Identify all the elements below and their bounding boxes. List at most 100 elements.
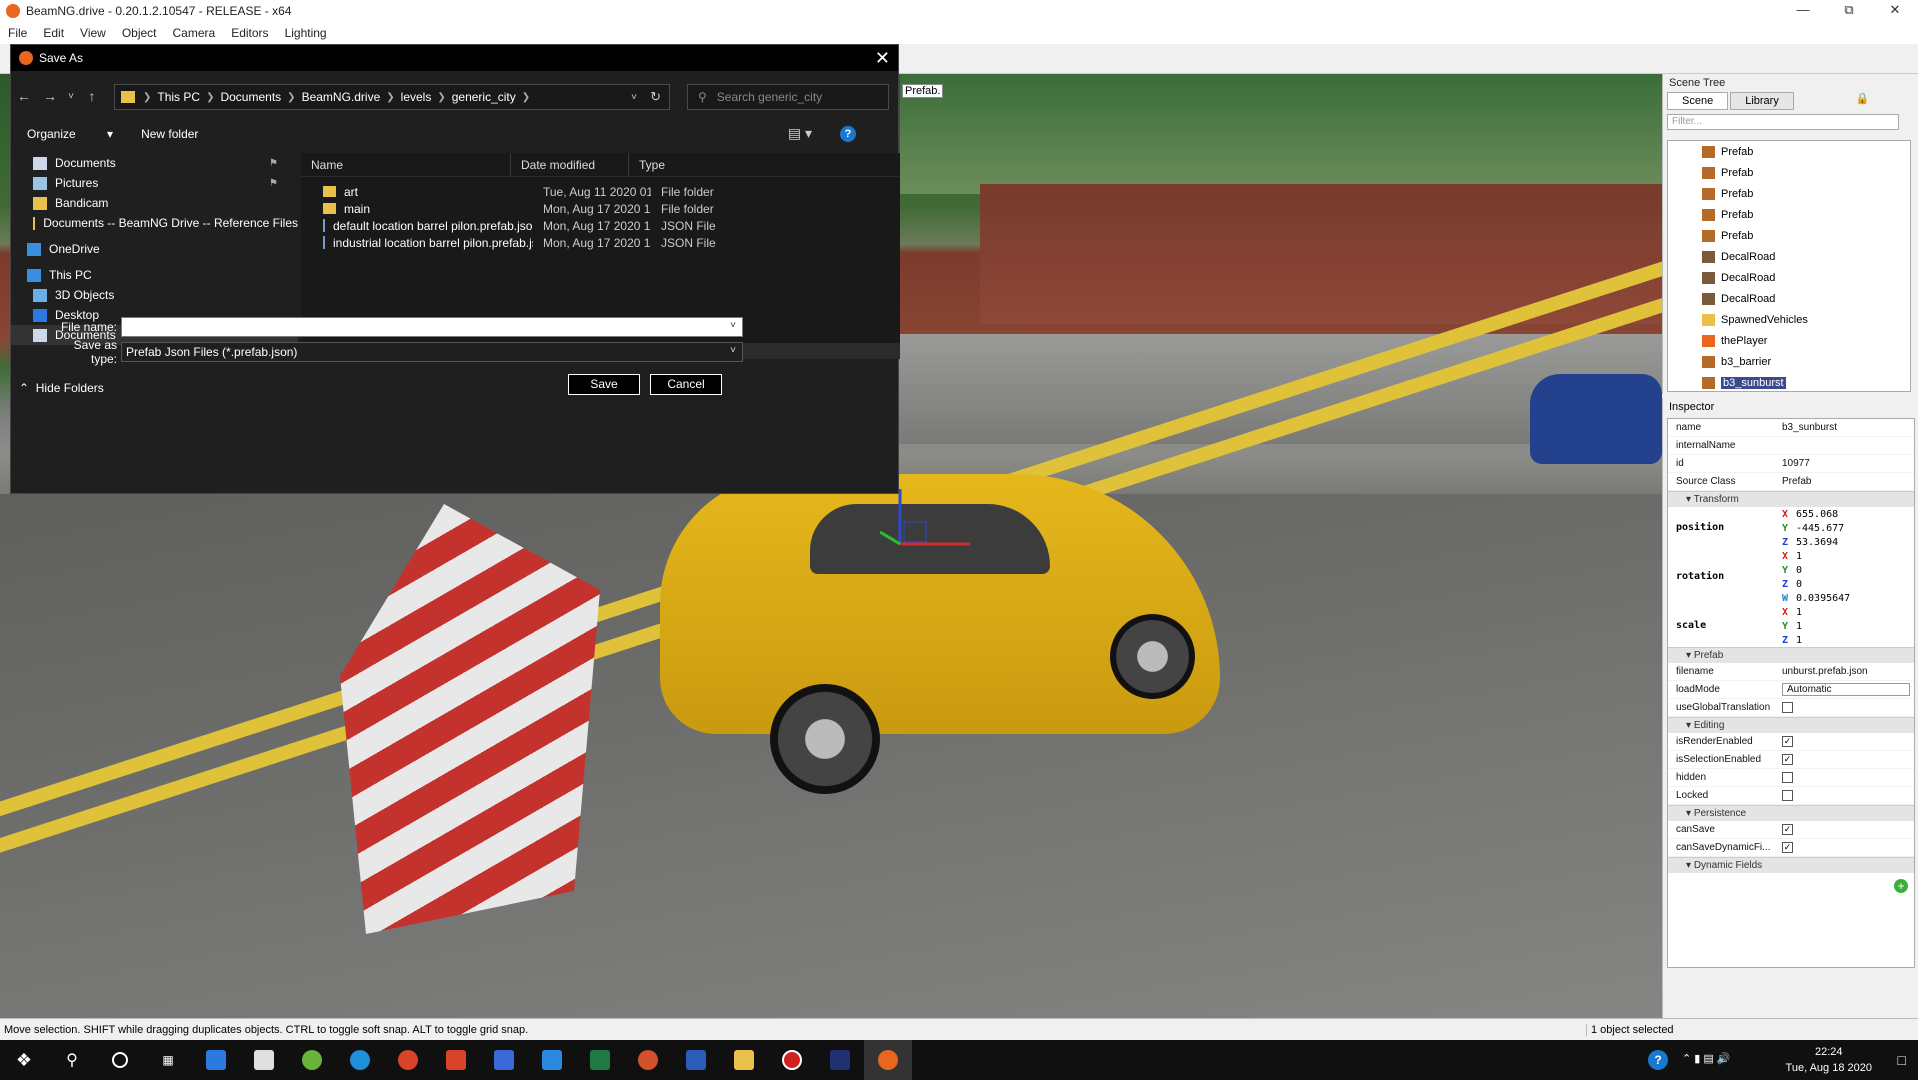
tray-icons[interactable]: ⌃ ▮ ▤ 🔊 (1682, 1052, 1731, 1065)
tree-node[interactable]: DecalRoad (1668, 267, 1910, 288)
section-dynamic-fields[interactable]: ▾ Dynamic Fields (1668, 857, 1914, 873)
taskbar-app[interactable] (816, 1040, 864, 1080)
breadcrumb-this-pc[interactable]: This PC (157, 90, 200, 104)
tree-node[interactable]: Prefab (1668, 204, 1910, 225)
nav-item[interactable]: Documents ⚑ (11, 153, 298, 173)
nav-item[interactable]: This PC (11, 265, 298, 285)
taskbar-calendar[interactable] (528, 1040, 576, 1080)
chevron-down-icon[interactable]: ˅ (730, 345, 736, 356)
checkbox[interactable] (1782, 790, 1793, 801)
section-persistence[interactable]: ▾ Persistence (1668, 805, 1914, 821)
back-arrow-icon[interactable]: ← (11, 88, 37, 104)
file-row[interactable]: industrial location barrel pilon.prefab.… (301, 234, 900, 251)
checkbox[interactable]: ✓ (1782, 736, 1793, 747)
menu-edit[interactable]: Edit (43, 26, 64, 40)
taskbar-calculator[interactable] (480, 1040, 528, 1080)
save-button[interactable]: Save (568, 374, 640, 395)
recent-dropdown-icon[interactable]: ˅ (63, 91, 79, 102)
view-options-icon[interactable]: ▤ ▾ (788, 125, 812, 142)
tree-node[interactable]: Prefab (1668, 225, 1910, 246)
vector-field[interactable]: Y0 (1778, 563, 1914, 577)
nav-item[interactable]: Pictures ⚑ (11, 173, 298, 193)
taskbar-excel[interactable] (576, 1040, 624, 1080)
tree-node[interactable]: b3_sunburst (1668, 372, 1910, 391)
search-input[interactable]: ⚲ Search generic_city (687, 84, 889, 110)
notifications-icon[interactable]: □ (1898, 1052, 1906, 1068)
vector-field[interactable]: Z 53.3694 (1778, 535, 1914, 549)
help-icon[interactable]: ? (1648, 1050, 1668, 1070)
checkbox[interactable] (1782, 702, 1793, 713)
taskbar-explorer[interactable] (720, 1040, 768, 1080)
file-row[interactable]: art Tue, Aug 11 2020 01:00 File folder (301, 183, 900, 200)
breadcrumb-levels[interactable]: levels (401, 90, 432, 104)
help-icon[interactable]: ? (840, 126, 856, 142)
tree-node[interactable]: Prefab (1668, 162, 1910, 183)
cortana-button[interactable] (96, 1040, 144, 1080)
taskbar-edge[interactable] (336, 1040, 384, 1080)
tree-node[interactable]: b3_barrier (1668, 351, 1910, 372)
column-name[interactable]: Name (301, 152, 511, 177)
section-editing[interactable]: ▾ Editing (1668, 717, 1914, 733)
chevron-down-icon[interactable]: ˅ (631, 92, 637, 103)
tree-node[interactable]: DecalRoad (1668, 246, 1910, 267)
filter-input[interactable]: Filter... (1667, 114, 1899, 130)
menu-object[interactable]: Object (122, 26, 157, 40)
prop-value[interactable]: Automatic (1782, 683, 1910, 696)
prop-value[interactable]: b3_sunburst (1778, 422, 1914, 433)
taskbar-powerpoint[interactable] (624, 1040, 672, 1080)
up-arrow-icon[interactable]: ↑ (79, 88, 105, 104)
close-window-icon[interactable]: ✕ (1872, 0, 1918, 22)
tree-node[interactable]: thePlayer (1668, 330, 1910, 351)
lock-icon[interactable]: 🔒 (1856, 92, 1870, 110)
restore-icon[interactable]: ⧉ (1826, 0, 1872, 22)
vector-field[interactable]: X1 (1778, 549, 1914, 563)
vector-field[interactable]: Z1 (1778, 633, 1914, 647)
taskbar-word[interactable] (672, 1040, 720, 1080)
nav-item[interactable]: Bandicam (11, 193, 298, 213)
nav-item[interactable]: 3D Objects (11, 285, 298, 305)
checkbox[interactable]: ✓ (1782, 824, 1793, 835)
file-name-input[interactable]: ˅ (121, 317, 743, 337)
blue-truck[interactable] (1530, 374, 1662, 464)
tab-library[interactable]: Library (1730, 92, 1794, 110)
chevron-down-icon[interactable]: ˅ (730, 320, 736, 331)
close-icon[interactable]: ✕ (875, 48, 890, 69)
tree-node[interactable]: SpawnedVehicles (1668, 309, 1910, 330)
taskbar-beamng[interactable] (864, 1040, 912, 1080)
taskbar-app[interactable] (384, 1040, 432, 1080)
tree-node[interactable]: Prefab (1668, 183, 1910, 204)
forward-arrow-icon[interactable]: → (37, 88, 63, 104)
breadcrumb-generic-city[interactable]: generic_city (452, 90, 516, 104)
file-row[interactable]: default location barrel pilon.prefab.jso… (301, 217, 900, 234)
section-prefab[interactable]: ▾ Prefab (1668, 647, 1914, 663)
prop-value[interactable]: unburst.prefab.json (1778, 666, 1914, 677)
checkbox[interactable]: ✓ (1782, 842, 1793, 853)
checkbox[interactable] (1782, 772, 1793, 783)
organize-button[interactable]: Organize ▾ (27, 127, 113, 141)
breadcrumb-beamng[interactable]: BeamNG.drive (302, 90, 381, 104)
clock[interactable]: 22:24 Tue, Aug 18 2020 (1786, 1044, 1872, 1076)
prop-value[interactable]: Prefab (1778, 476, 1914, 487)
checkbox[interactable]: ✓ (1782, 754, 1793, 765)
tree-node[interactable]: DecalRoad (1668, 288, 1910, 309)
file-row[interactable]: main Mon, Aug 17 2020 13:39 File folder (301, 200, 900, 217)
new-folder-button[interactable]: New folder (141, 127, 198, 141)
transform-gizmo-icon[interactable] (880, 484, 990, 574)
menu-editors[interactable]: Editors (231, 26, 268, 40)
add-field-icon[interactable]: + (1894, 879, 1908, 893)
task-view-button[interactable]: ▦ (144, 1040, 192, 1080)
vector-field[interactable]: Y1 (1778, 619, 1914, 633)
menu-lighting[interactable]: Lighting (285, 26, 327, 40)
tab-scene[interactable]: Scene (1667, 92, 1729, 110)
column-date[interactable]: Date modified (511, 152, 629, 177)
tree-node[interactable]: Prefab (1668, 141, 1910, 162)
refresh-icon[interactable]: ↻ (650, 89, 661, 105)
menu-view[interactable]: View (80, 26, 106, 40)
taskbar-app[interactable] (432, 1040, 480, 1080)
hide-folders-button[interactable]: ⌃ Hide Folders (19, 381, 104, 395)
vector-field[interactable]: Y -445.677 (1778, 521, 1914, 535)
prop-value[interactable]: 10977 (1778, 458, 1914, 469)
vector-field[interactable]: W 0.0395647 (1778, 591, 1914, 605)
nav-item[interactable]: OneDrive (11, 239, 298, 259)
minimize-icon[interactable]: — (1780, 0, 1826, 22)
